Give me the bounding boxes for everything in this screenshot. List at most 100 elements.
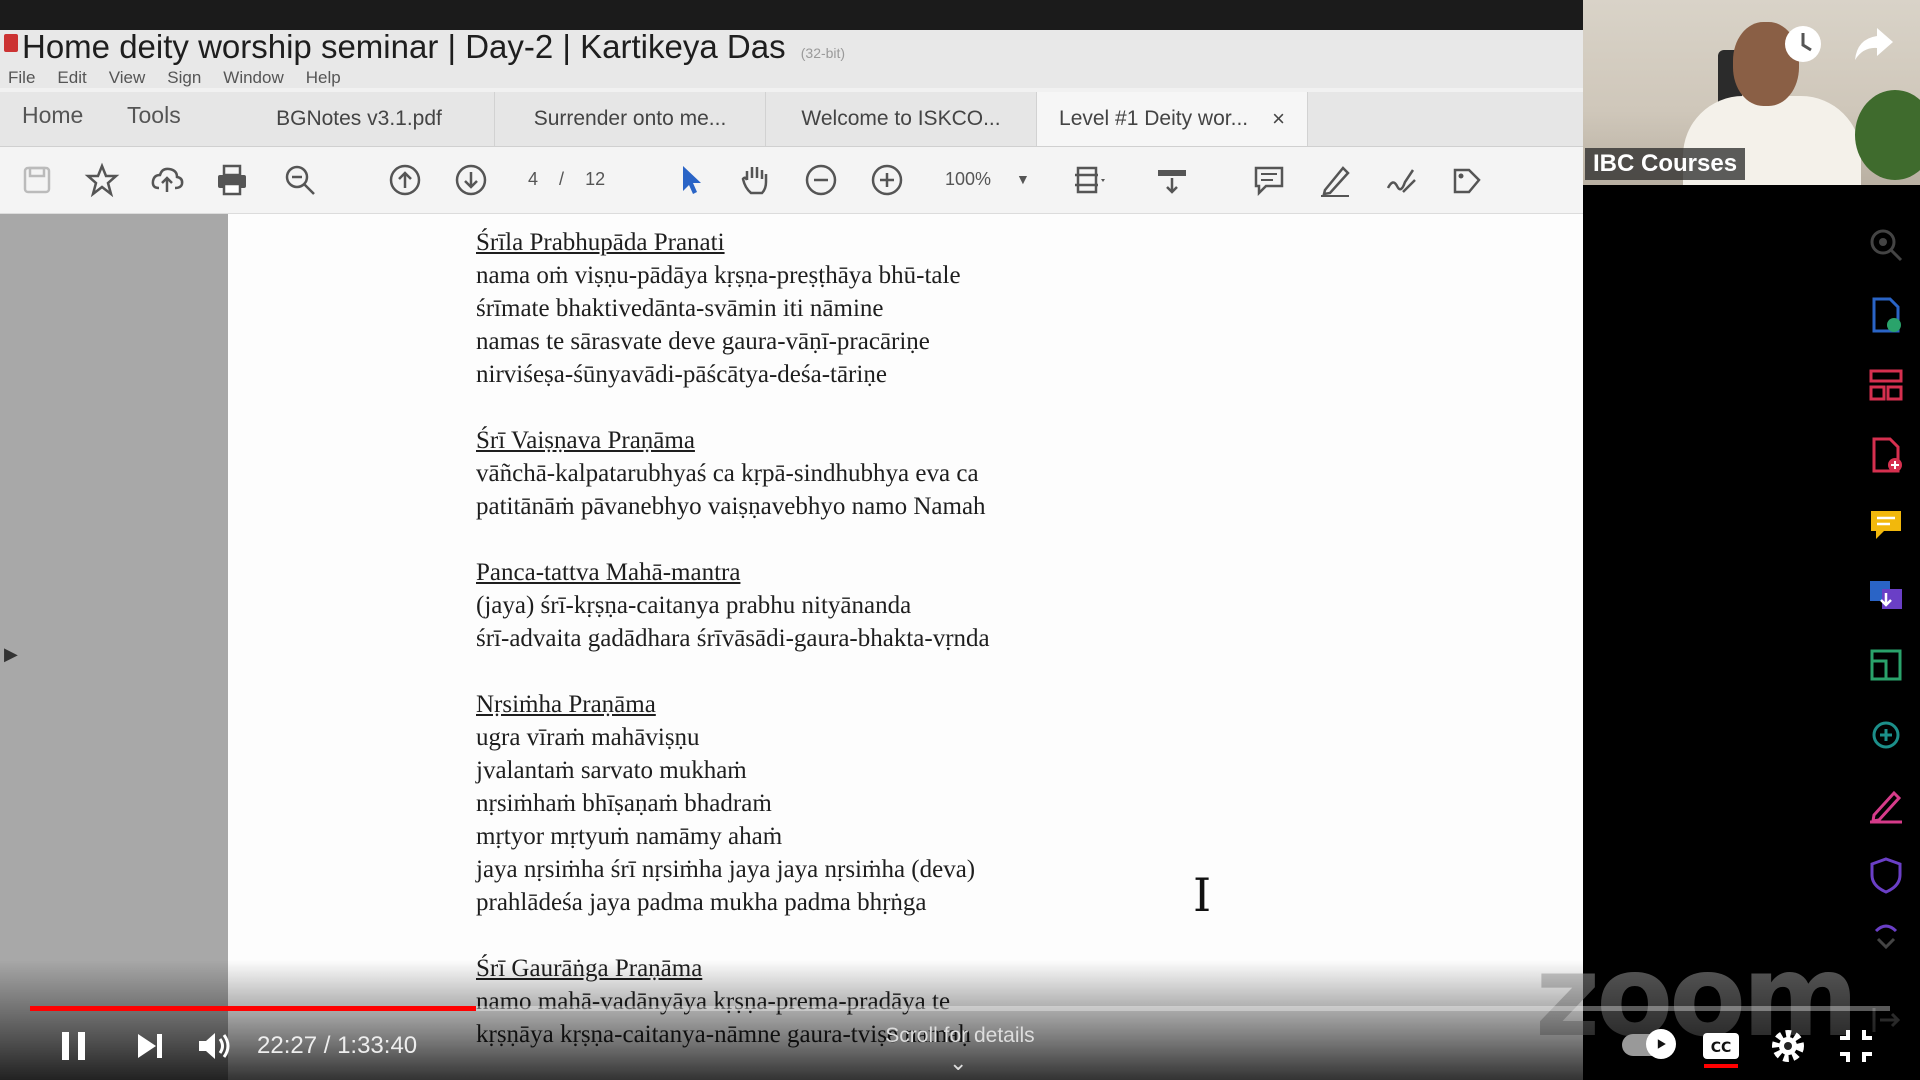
menu-view[interactable]: View bbox=[109, 68, 146, 88]
more-tools-icon[interactable] bbox=[1866, 915, 1910, 959]
prayer-section: Śrīla Prabhupāda Pranati nama oṁ viṣṇu-pā… bbox=[476, 226, 990, 391]
verse-line: patitānāṁ pāvanebhyo vaiṣṇavebhyo namo N… bbox=[476, 493, 986, 520]
protect-scan-icon[interactable] bbox=[1866, 715, 1910, 759]
verse-line: vāñchā-kalpatarubhyaś ca kṛpā-sindhubhya… bbox=[476, 460, 979, 487]
nav-home[interactable]: Home bbox=[22, 102, 83, 129]
export-pdf-icon[interactable] bbox=[1866, 295, 1910, 339]
share-arrow-icon[interactable] bbox=[1851, 22, 1895, 66]
window-title-text: Home deity worship seminar | Day-2 | Kar… bbox=[22, 30, 786, 65]
zoom-level-field[interactable]: 100% bbox=[945, 169, 991, 190]
sign-pen-icon[interactable] bbox=[1378, 157, 1424, 203]
nav-tools[interactable]: Tools bbox=[127, 102, 181, 129]
acrobat-app-icon bbox=[4, 34, 18, 52]
page-separator: / bbox=[559, 169, 565, 189]
zoom-in-icon[interactable] bbox=[864, 157, 910, 203]
next-page-icon[interactable] bbox=[448, 157, 494, 203]
tab-label: Level #1 Deity wor... bbox=[1059, 107, 1249, 130]
page-number-input[interactable]: 4 bbox=[528, 169, 538, 189]
comment-icon[interactable] bbox=[1246, 157, 1292, 203]
menu-window[interactable]: Window bbox=[223, 68, 283, 88]
menu-edit[interactable]: Edit bbox=[57, 68, 86, 88]
create-pdf-icon[interactable] bbox=[1866, 435, 1910, 479]
page-text: Śrīla Prabhupāda Pranati nama oṁ viṣṇu-pā… bbox=[476, 226, 990, 1080]
organize-pages-icon[interactable] bbox=[1866, 365, 1910, 409]
plant-shape bbox=[1855, 90, 1920, 180]
zoom-out-magnifier-icon[interactable] bbox=[277, 157, 323, 203]
previous-page-icon[interactable] bbox=[382, 157, 428, 203]
tab-close-icon[interactable]: × bbox=[1272, 106, 1285, 132]
verse-line: nirviśeṣa-śūnyavādi-pāścātya-deśa-tāriṇe bbox=[476, 361, 887, 388]
left-panel-toggle-icon[interactable]: ▶ bbox=[4, 644, 18, 665]
watch-later-clock-icon[interactable] bbox=[1781, 22, 1825, 66]
verse-line: ugra vīraṁ mahāviṣṇu bbox=[476, 724, 700, 751]
page-total: 12 bbox=[585, 169, 606, 189]
verse-line: prahlādeśa jaya padma mukha padma bhṛṅga bbox=[476, 889, 927, 916]
verse-line: namas te sārasvate deve gaura-vāṇī-pracā… bbox=[476, 328, 930, 355]
upload-cloud-icon[interactable] bbox=[144, 157, 190, 203]
comment-tool-icon[interactable] bbox=[1866, 505, 1910, 549]
verse-line: jaya nṛsiṁha śrī nṛsiṁha jaya jaya nṛsiṁ… bbox=[476, 856, 976, 883]
window-title-suffix: (32-bit) bbox=[800, 45, 846, 61]
closed-captions-icon[interactable]: CC bbox=[1699, 1024, 1743, 1068]
print-icon[interactable] bbox=[209, 157, 255, 203]
autoplay-play-icon[interactable] bbox=[1646, 1029, 1676, 1059]
video-frame: Home deity worship seminar | Day-2 | Kar… bbox=[0, 0, 1920, 1080]
edit-pdf-icon[interactable] bbox=[1866, 645, 1910, 689]
tab-deity-worship[interactable]: Level #1 Deity wor... × bbox=[1037, 92, 1308, 146]
verse-line: śrīmate bhaktivedānta-svāmin iti nāmine bbox=[476, 295, 884, 322]
save-icon[interactable] bbox=[14, 157, 60, 203]
tab-surrender[interactable]: Surrender onto me... bbox=[495, 92, 766, 146]
verse-line: nama oṁ viṣṇu-pādāya kṛṣṇa-preṣṭhāya bhū… bbox=[476, 262, 961, 289]
section-heading: Panca-tattva Mahā-mantra bbox=[476, 559, 741, 586]
tab-label: BGNotes v3.1.pdf bbox=[276, 107, 442, 130]
speaker-webcam: IBC Courses bbox=[1583, 0, 1920, 185]
verse-line: nṛsiṁhaṁ bhīṣaṇaṁ bhadraṁ bbox=[476, 790, 772, 817]
toolbar: 4 / 12 100% ▼ bbox=[0, 147, 1583, 214]
menu-bar: File Edit View Sign Window Help bbox=[8, 68, 341, 88]
section-heading: Nṛsiṁha Praṇāma bbox=[476, 691, 656, 718]
settings-gear-icon[interactable] bbox=[1766, 1024, 1810, 1068]
exit-fullscreen-icon[interactable] bbox=[1834, 1024, 1878, 1068]
chevron-down-icon[interactable]: ▼ bbox=[1016, 171, 1030, 187]
prayer-section: Panca-tattva Mahā-mantra (jaya) śrī-kṛṣṇa… bbox=[476, 556, 990, 655]
tab-welcome[interactable]: Welcome to ISKCO... bbox=[766, 92, 1037, 146]
hand-tool-icon[interactable] bbox=[732, 157, 778, 203]
progress-bar[interactable] bbox=[30, 1006, 1890, 1011]
tab-bar: Home Tools BGNotes v3.1.pdf Surrender on… bbox=[0, 92, 1583, 147]
prayer-section: Nṛsiṁha Praṇāma ugra vīraṁ mahāviṣṇu jvala… bbox=[476, 688, 990, 919]
page-indicator: 4 / 12 bbox=[520, 169, 613, 190]
webcam-name-label: IBC Courses bbox=[1585, 148, 1746, 180]
tab-label: Welcome to ISKCO... bbox=[801, 107, 1001, 130]
combine-files-icon[interactable] bbox=[1866, 575, 1910, 619]
menu-sign[interactable]: Sign bbox=[167, 68, 201, 88]
svg-text:CC: CC bbox=[1711, 1040, 1732, 1056]
tag-edit-icon[interactable] bbox=[1444, 157, 1490, 203]
zoom-out-icon[interactable] bbox=[798, 157, 844, 203]
fill-sign-icon[interactable] bbox=[1866, 785, 1910, 829]
section-heading: Śrīla Prabhupāda Pranati bbox=[476, 229, 725, 256]
protect-shield-icon[interactable] bbox=[1866, 855, 1910, 899]
right-tools-strip bbox=[1858, 225, 1912, 1032]
tab-label: Surrender onto me... bbox=[533, 107, 727, 130]
progress-bar-played bbox=[30, 1006, 476, 1011]
window-title: Home deity worship seminar | Day-2 | Kar… bbox=[22, 30, 845, 66]
pdf-reader-window: Home deity worship seminar | Day-2 | Kar… bbox=[0, 30, 1583, 1080]
select-cursor-icon[interactable] bbox=[667, 157, 713, 203]
verse-line: śrī-advaita gadādhara śrīvāsādi-gaura-bh… bbox=[476, 625, 990, 652]
text-cursor-icon: I bbox=[1193, 868, 1212, 922]
bookmark-star-icon[interactable] bbox=[79, 157, 125, 203]
pdf-page: Śrīla Prabhupāda Pranati nama oṁ viṣṇu-pā… bbox=[228, 214, 1583, 1080]
verse-line: (jaya) śrī-kṛṣṇa-caitanya prabhu nityāna… bbox=[476, 592, 912, 619]
verse-line: mṛtyor mṛtyuṁ namāmy ahaṁ bbox=[476, 823, 783, 850]
tab-bgnotes[interactable]: BGNotes v3.1.pdf bbox=[224, 92, 495, 146]
fit-page-icon[interactable] bbox=[1067, 157, 1113, 203]
section-heading: Śrī Vaiṣṇava Praṇāma bbox=[476, 427, 695, 454]
captions-active-indicator bbox=[1704, 1064, 1738, 1068]
chevron-down-icon[interactable]: ⌄ bbox=[949, 1050, 967, 1076]
verse-line: jvalantaṁ sarvato mukhaṁ bbox=[476, 757, 747, 784]
scroll-mode-icon[interactable] bbox=[1149, 157, 1195, 203]
menu-help[interactable]: Help bbox=[306, 68, 341, 88]
menu-file[interactable]: File bbox=[8, 68, 35, 88]
highlight-pen-icon[interactable] bbox=[1312, 157, 1358, 203]
search-zoom-icon[interactable] bbox=[1866, 225, 1910, 269]
